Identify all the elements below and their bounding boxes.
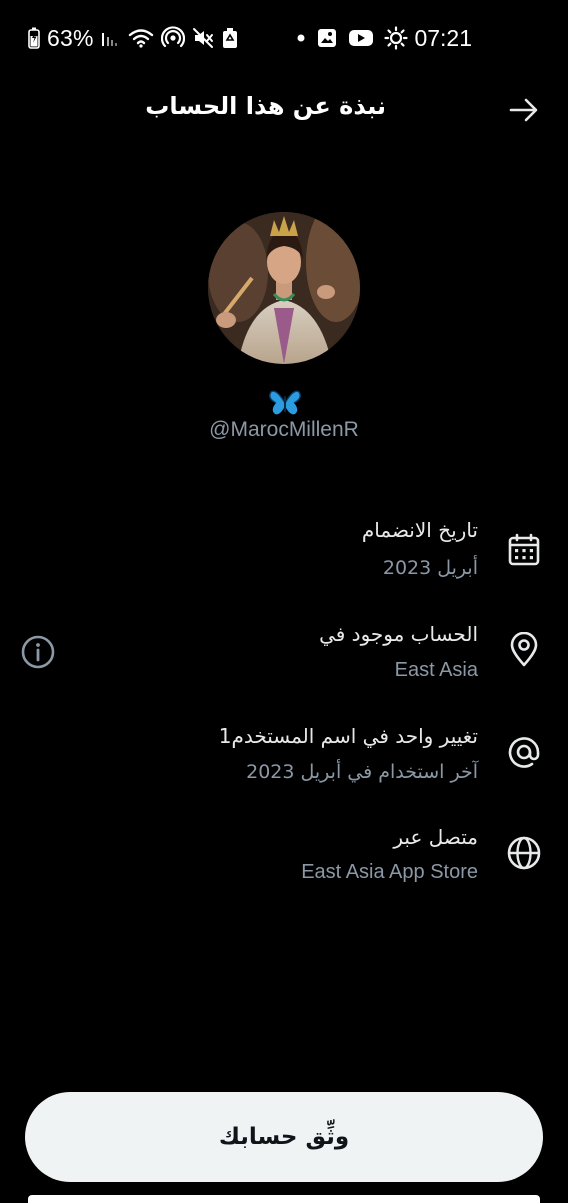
calendar-icon — [506, 532, 542, 568]
verify-account-button[interactable]: وثِّق حسابك — [25, 1092, 543, 1182]
gallery-icon — [316, 27, 338, 49]
signal-icon — [101, 27, 121, 49]
battery-icon — [28, 27, 40, 49]
username-changes-title: تغيير واحد في اسم المستخدم1 — [218, 724, 478, 748]
join-date-title: تاريخ الانضمام — [361, 518, 478, 542]
arrow-right-icon — [508, 98, 540, 130]
battery-percent: 63% — [47, 24, 94, 51]
at-sign-icon — [506, 734, 542, 770]
wifi-icon — [128, 27, 154, 49]
location-title: الحساب موجود في — [319, 622, 478, 646]
page-title: نبذة عن هذا الحساب — [145, 92, 386, 120]
youtube-icon — [348, 27, 374, 49]
username-changes-value: آخر استخدام في أبريل 2023 — [246, 761, 478, 783]
profile-handle: @MarocMillenR — [209, 418, 359, 441]
butterfly-emoji — [268, 388, 302, 418]
hotspot-icon — [160, 26, 185, 50]
status-bar: 63% 07:21 — [0, 18, 568, 58]
connected-via-title: متصل عبر — [393, 825, 478, 849]
status-bar-right — [296, 22, 408, 54]
status-bar-left: 63% — [28, 22, 239, 54]
location-value: East Asia — [394, 659, 478, 681]
mute-icon — [192, 27, 214, 49]
avatar[interactable] — [208, 212, 360, 364]
globe-icon — [506, 835, 542, 871]
info-icon — [20, 635, 56, 674]
location-pin-icon — [506, 631, 542, 668]
dot-icon — [296, 33, 306, 43]
verify-account-label: وثِّق حسابك — [218, 1124, 350, 1150]
info-button[interactable] — [20, 634, 56, 670]
clock: 07:21 — [414, 25, 472, 51]
back-button[interactable] — [508, 94, 540, 126]
join-date-value: أبريل 2023 — [382, 557, 478, 579]
connected-via-value: East Asia App Store — [301, 861, 478, 883]
brightness-icon — [384, 26, 408, 50]
next-panel-edge — [28, 1195, 540, 1203]
recycle-icon — [221, 27, 239, 49]
